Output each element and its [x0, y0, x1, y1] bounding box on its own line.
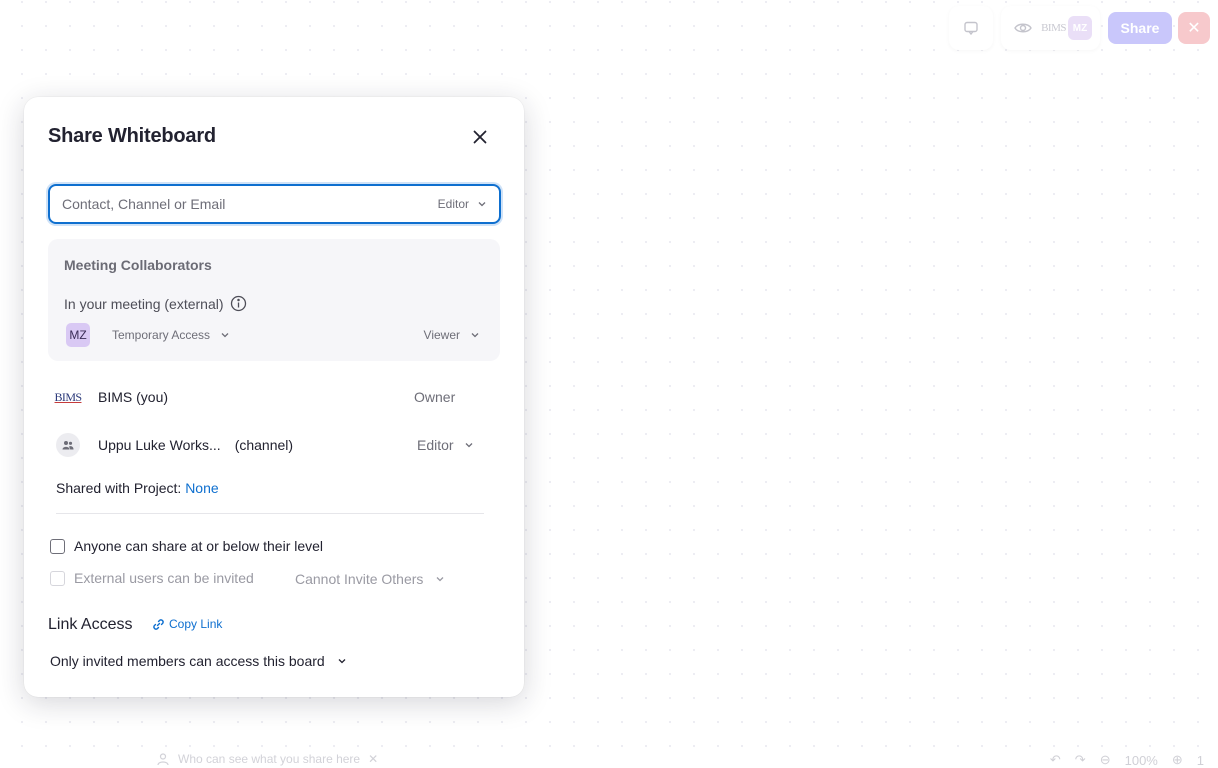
external-invite-select[interactable]: Cannot Invite Others: [295, 571, 445, 587]
page-count[interactable]: 1: [1197, 753, 1204, 768]
share-button[interactable]: Share: [1108, 12, 1172, 44]
invite-input[interactable]: [62, 196, 438, 212]
bims-logo: BIMS: [54, 389, 83, 404]
link-access-title: Link Access: [48, 616, 133, 633]
meeting-title: Meeting Collaborators: [64, 257, 212, 273]
chevron-down-icon: [338, 659, 346, 664]
avatar: MZ: [66, 323, 90, 347]
member-name: BIMS (you): [98, 389, 169, 405]
chevron-down-icon: [465, 443, 473, 448]
redo-icon[interactable]: ↷: [1075, 752, 1086, 768]
close-board-button[interactable]: ✕: [1178, 12, 1210, 44]
group-icon: [56, 433, 80, 457]
invite-role-label: Editor: [437, 197, 469, 211]
member-name: Uppu Luke Works...: [98, 437, 221, 453]
external-invite-checkbox[interactable]: [50, 570, 65, 586]
shared-project: Shared with Project: None: [56, 480, 219, 496]
share-hint-text: Who can see what you share here: [178, 752, 361, 766]
person-icon: [157, 753, 169, 766]
owner-logo: BIMS: [54, 389, 83, 405]
member-role: Owner: [414, 389, 455, 405]
access-duration-label: Temporary Access: [112, 328, 211, 342]
chevron-down-icon: [436, 577, 444, 582]
avatar[interactable]: MZ: [1068, 16, 1092, 40]
channel-tag: (channel): [234, 437, 294, 453]
comment-icon[interactable]: [957, 14, 985, 42]
external-invite-label: External users can be invited: [74, 570, 254, 586]
link-access-label: Only invited members can access this boa…: [50, 653, 325, 669]
top-toolbar: BIMS MZ Share ✕: [949, 6, 1210, 50]
member-row-channel: Uppu Luke Works... (channel) Editor: [54, 431, 484, 459]
access-duration-select[interactable]: Temporary Access: [112, 328, 230, 342]
owner-logo: BIMS: [1041, 22, 1066, 34]
comment-group: [949, 6, 994, 50]
bottom-tools: ↶ ↷ ⊖ 100% ⊕ 1: [1050, 752, 1204, 768]
channel-avatar: [54, 433, 82, 457]
external-invite-option: External users can be invited: [50, 570, 254, 586]
meeting-subtitle: In your meeting (external): [64, 295, 247, 312]
meeting-collaborators: Meeting Collaborators In your meeting (e…: [48, 239, 500, 361]
collaborators-group: BIMS MZ: [1001, 6, 1100, 50]
eye-icon[interactable]: [1009, 14, 1037, 42]
participant-role-label: Viewer: [423, 328, 460, 342]
zoom-out-icon[interactable]: ⊖: [1100, 752, 1111, 768]
member-role-label: Editor: [417, 437, 454, 453]
invite-role-select[interactable]: Editor: [438, 197, 487, 211]
dismiss-hint-icon[interactable]: ✕: [368, 752, 378, 766]
member-role-label: Owner: [414, 389, 456, 405]
meeting-subtitle-text: In your meeting (external): [64, 295, 224, 312]
anyone-share-option: Anyone can share at or below their level: [50, 538, 323, 554]
chevron-down-icon: [478, 202, 486, 207]
share-hint: Who can see what you share here ✕: [156, 752, 378, 766]
project-label: Shared with Project:: [56, 480, 182, 496]
link-access-select[interactable]: Only invited members can access this boa…: [50, 653, 347, 669]
anyone-share-label: Anyone can share at or below their level: [74, 538, 324, 554]
divider: [56, 513, 484, 514]
zoom-in-icon[interactable]: ⊕: [1172, 752, 1183, 768]
link-icon: [153, 618, 164, 630]
chevron-down-icon: [471, 333, 479, 338]
external-invite-select-label: Cannot Invite Others: [295, 571, 424, 587]
undo-icon[interactable]: ↶: [1050, 752, 1061, 768]
copy-link-label: Copy Link: [169, 617, 223, 631]
info-icon[interactable]: [230, 295, 247, 312]
share-dialog: Share Whiteboard Editor Meeting Collabor…: [24, 97, 524, 697]
copy-link-button[interactable]: Copy Link: [152, 617, 222, 631]
dialog-title: Share Whiteboard: [48, 125, 216, 147]
meeting-participant-row: MZ Temporary Access Viewer: [66, 323, 480, 347]
anyone-share-checkbox[interactable]: [50, 538, 65, 554]
close-icon[interactable]: [468, 125, 492, 149]
invite-field: Editor: [48, 184, 501, 224]
chevron-down-icon: [221, 333, 229, 338]
project-link[interactable]: None: [185, 480, 218, 496]
member-row-owner: BIMS BIMS (you) Owner: [54, 383, 484, 411]
zoom-level[interactable]: 100%: [1125, 753, 1158, 768]
member-role-select[interactable]: Editor: [417, 437, 474, 453]
participant-role-select[interactable]: Viewer: [424, 328, 480, 342]
